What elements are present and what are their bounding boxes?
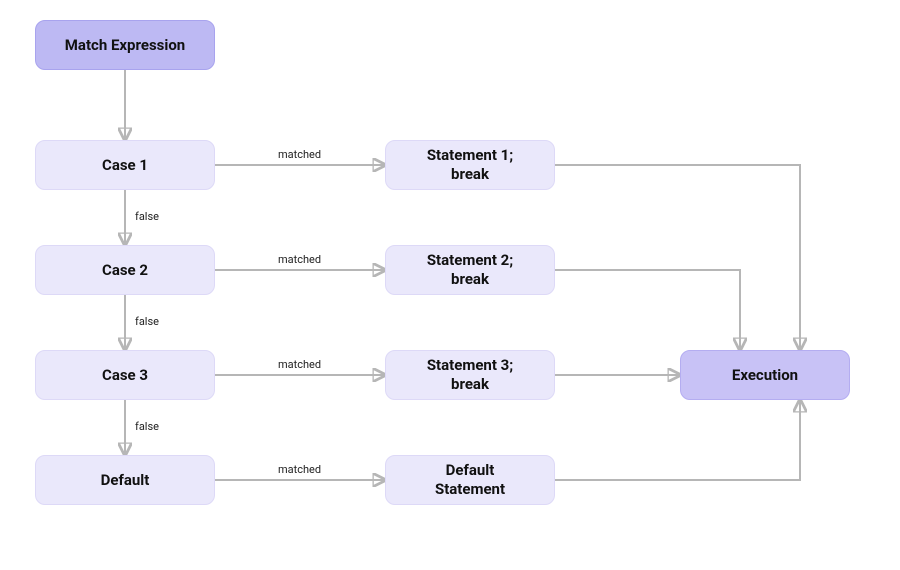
edge-label-matched-3: matched — [278, 358, 321, 371]
node-label: Statement 3; break — [427, 356, 513, 394]
node-execution: Execution — [680, 350, 850, 400]
node-case-1: Case 1 — [35, 140, 215, 190]
edge-label-matched-4: matched — [278, 463, 321, 476]
node-label: Default — [101, 471, 150, 490]
node-match-expression: Match Expression — [35, 20, 215, 70]
node-label: Execution — [732, 366, 798, 385]
node-label: Match Expression — [65, 36, 185, 55]
node-default-statement: Default Statement — [385, 455, 555, 505]
edge-label-false-3: false — [135, 420, 159, 433]
node-statement-1: Statement 1; break — [385, 140, 555, 190]
node-label: Case 3 — [102, 366, 148, 385]
node-case-3: Case 3 — [35, 350, 215, 400]
node-label: Statement 2; break — [427, 251, 513, 289]
node-statement-3: Statement 3; break — [385, 350, 555, 400]
node-statement-2: Statement 2; break — [385, 245, 555, 295]
node-case-2: Case 2 — [35, 245, 215, 295]
node-label: Case 2 — [102, 261, 148, 280]
node-label: Default Statement — [435, 461, 505, 499]
node-default: Default — [35, 455, 215, 505]
edge-label-false-1: false — [135, 210, 159, 223]
node-label: Case 1 — [102, 156, 148, 175]
edge-label-matched-2: matched — [278, 253, 321, 266]
edge-label-matched-1: matched — [278, 148, 321, 161]
node-label: Statement 1; break — [427, 146, 513, 184]
edge-label-false-2: false — [135, 315, 159, 328]
